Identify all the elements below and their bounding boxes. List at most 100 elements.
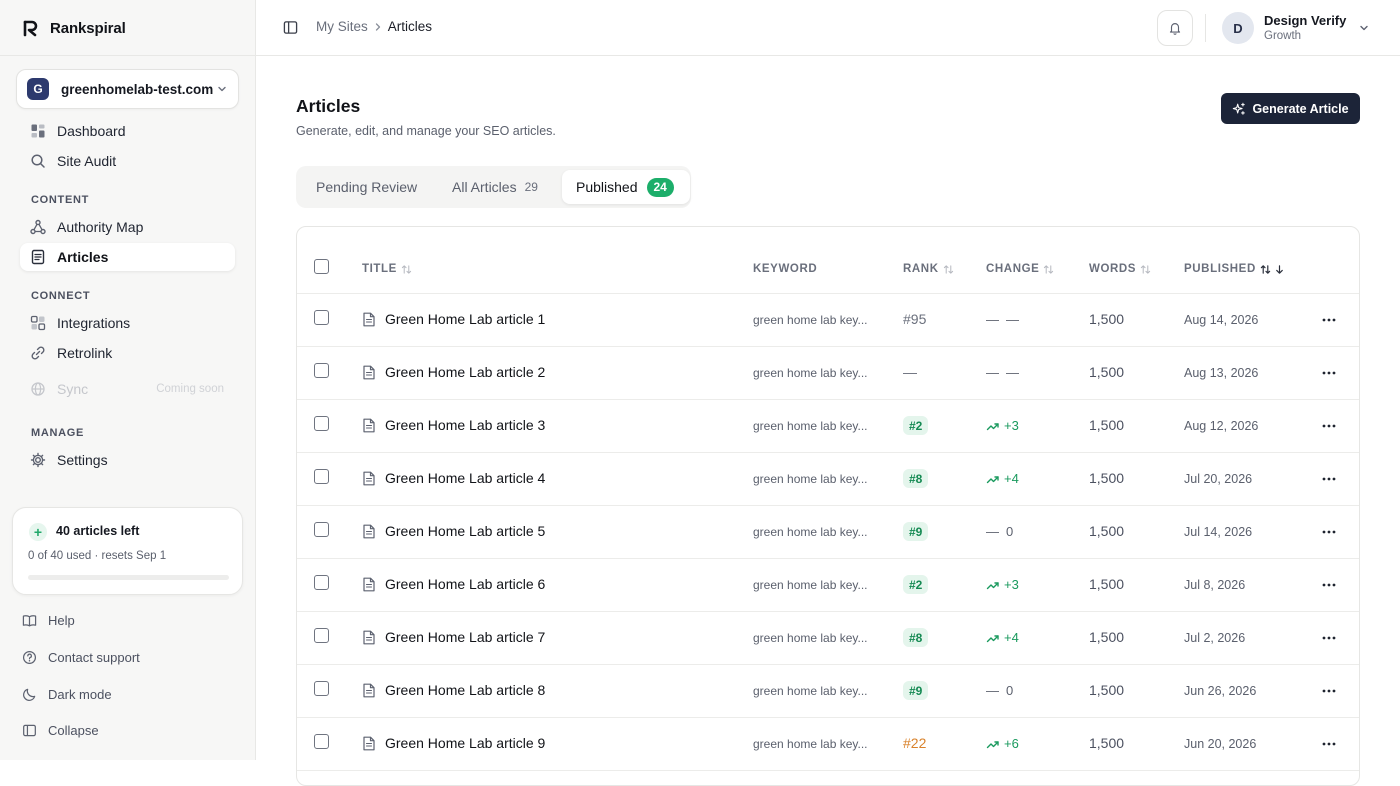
dashboard-icon — [31, 124, 45, 138]
sidebar-item-authority-map[interactable]: Authority Map — [20, 213, 235, 241]
tab-pending-review[interactable]: Pending Review — [302, 170, 431, 204]
document-icon — [363, 365, 375, 380]
row-checkbox[interactable] — [314, 416, 329, 431]
trend-up-icon — [986, 581, 999, 589]
article-keyword: green home lab key... — [753, 472, 868, 486]
search-icon — [31, 154, 45, 168]
row-checkbox[interactable] — [314, 681, 329, 696]
row-actions-button[interactable] — [1318, 629, 1340, 647]
help-circle-icon — [22, 650, 37, 664]
article-title[interactable]: Green Home Lab article 7 — [385, 629, 545, 645]
article-title[interactable]: Green Home Lab article 8 — [385, 682, 545, 698]
table-row[interactable]: Green Home Lab article 8 green home lab k… — [297, 665, 1359, 718]
tab-all-articles[interactable]: All Articles 29 — [438, 170, 552, 204]
article-title[interactable]: Green Home Lab article 1 — [385, 311, 545, 327]
sidebar-item-integrations[interactable]: Integrations — [20, 309, 235, 337]
select-all-checkbox[interactable] — [314, 259, 329, 274]
sort-icon — [943, 264, 953, 274]
user-menu[interactable]: D Design Verify Growth — [1222, 12, 1370, 44]
trend-up-icon — [986, 634, 999, 642]
rank-change: —0 — [986, 683, 1013, 698]
row-actions-button[interactable] — [1318, 523, 1340, 541]
row-actions-button[interactable] — [1318, 311, 1340, 329]
notifications-button[interactable] — [1157, 10, 1193, 46]
dash-icon: — — [986, 365, 999, 380]
row-checkbox[interactable] — [314, 522, 329, 537]
site-switcher[interactable]: G greenhomelab-test.com — [16, 69, 239, 109]
bell-icon — [1169, 23, 1181, 35]
column-rank[interactable]: RANK — [903, 263, 954, 275]
breadcrumb-my-sites[interactable]: My Sites — [316, 19, 368, 34]
table-row[interactable]: Green Home Lab article 5 green home lab k… — [297, 506, 1359, 559]
generate-article-button[interactable]: Generate Article — [1221, 93, 1360, 124]
row-actions-button[interactable] — [1318, 364, 1340, 382]
sidebar-item-dashboard[interactable]: Dashboard — [20, 117, 235, 145]
rank-badge: #8 — [903, 469, 929, 488]
word-count: 1,500 — [1089, 576, 1125, 592]
brand[interactable]: Rankspiral — [22, 18, 126, 38]
column-words[interactable]: WORDS — [1089, 263, 1151, 275]
sidebar-item-settings[interactable]: Settings — [20, 446, 235, 474]
table-row[interactable]: Green Home Lab article 7 green home lab k… — [297, 612, 1359, 665]
sidebar-toggle-icon[interactable] — [283, 20, 298, 35]
table-row[interactable]: Green Home Lab article 6 green home lab k… — [297, 559, 1359, 612]
row-actions-button[interactable] — [1318, 682, 1340, 700]
sidebar-item-site-audit[interactable]: Site Audit — [20, 147, 235, 175]
article-title[interactable]: Green Home Lab article 9 — [385, 735, 545, 751]
article-keyword: green home lab key... — [753, 684, 868, 698]
article-title[interactable]: Green Home Lab article 6 — [385, 576, 545, 592]
collapse-sidebar-button[interactable]: Collapse — [22, 720, 99, 740]
tab-count: 29 — [524, 180, 538, 194]
rank-change-value: +4 — [1004, 630, 1019, 645]
article-title[interactable]: Green Home Lab article 4 — [385, 470, 545, 486]
sidebar-item-sync: Sync Coming soon — [20, 375, 235, 403]
row-actions-button[interactable] — [1318, 417, 1340, 435]
site-avatar: G — [27, 78, 49, 100]
article-keyword: green home lab key... — [753, 525, 868, 539]
nav-section-content: CONTENT — [31, 194, 90, 206]
column-change[interactable]: CHANGE — [986, 263, 1054, 275]
rank-change-value: +3 — [1004, 418, 1019, 433]
article-title[interactable]: Green Home Lab article 2 — [385, 364, 545, 380]
article-keyword: green home lab key... — [753, 737, 868, 751]
help-link[interactable]: Help — [22, 610, 75, 630]
table-row[interactable]: Green Home Lab article 2 green home lab k… — [297, 347, 1359, 400]
column-title[interactable]: TITLE — [362, 263, 412, 275]
document-icon — [363, 312, 375, 327]
more-horizontal-icon — [1322, 742, 1336, 746]
row-checkbox[interactable] — [314, 469, 329, 484]
row-checkbox[interactable] — [314, 628, 329, 643]
rank-change-value: — — [1006, 365, 1019, 380]
article-title[interactable]: Green Home Lab article 5 — [385, 523, 545, 539]
row-checkbox[interactable] — [314, 575, 329, 590]
row-checkbox[interactable] — [314, 363, 329, 378]
row-checkbox[interactable] — [314, 310, 329, 325]
dark-mode-toggle[interactable]: Dark mode — [22, 684, 112, 704]
sidebar-item-label: Sync — [57, 381, 89, 397]
sidebar-collapse-icon — [23, 724, 36, 736]
article-keyword: green home lab key... — [753, 631, 868, 645]
table-row[interactable]: Green Home Lab article 3 green home lab k… — [297, 400, 1359, 453]
table-row[interactable]: Green Home Lab article 9 green home lab k… — [297, 718, 1359, 771]
user-plan: Growth — [1264, 30, 1302, 42]
article-title[interactable]: Green Home Lab article 3 — [385, 417, 545, 433]
tab-published[interactable]: Published 24 — [562, 170, 690, 204]
row-actions-button[interactable] — [1318, 470, 1340, 488]
table-row[interactable]: Green Home Lab article 4 green home lab k… — [297, 453, 1359, 506]
contact-support-link[interactable]: Contact support — [22, 647, 140, 667]
table-row[interactable]: Green Home Lab article 1 green home lab k… — [297, 294, 1359, 347]
row-actions-button[interactable] — [1318, 576, 1340, 594]
sidebar-item-articles[interactable]: Articles — [20, 243, 235, 271]
page-title: Articles — [296, 96, 361, 116]
row-checkbox[interactable] — [314, 734, 329, 749]
trend-up-icon — [986, 422, 999, 430]
sidebar-item-retrolink[interactable]: Retrolink — [20, 339, 235, 367]
column-published[interactable]: PUBLISHED — [1184, 263, 1285, 275]
column-words-label: WORDS — [1089, 263, 1137, 275]
row-actions-button[interactable] — [1318, 735, 1340, 753]
table-header: TITLE KEYWORD RANK CHANGE WORDS PUBLISHE… — [297, 227, 1359, 294]
word-count: 1,500 — [1089, 311, 1125, 327]
contact-support-label: Contact support — [48, 649, 140, 665]
article-keyword: green home lab key... — [753, 419, 868, 433]
document-list-icon — [31, 249, 45, 265]
